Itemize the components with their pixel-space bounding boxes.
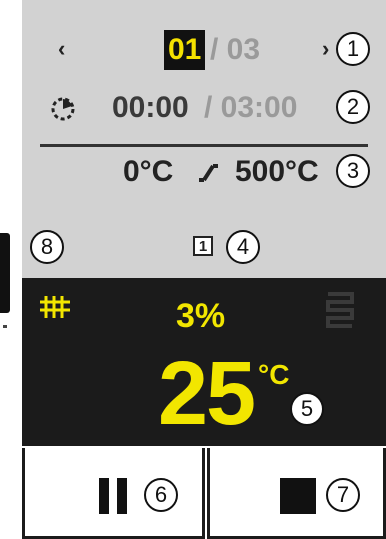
side-tick-mark bbox=[3, 325, 7, 328]
power-percent: 3% bbox=[176, 297, 226, 335]
segment-number: 1 bbox=[193, 236, 213, 256]
ramp-end-temperature: 500°C bbox=[235, 155, 319, 188]
chevron-right-icon[interactable]: › bbox=[322, 36, 329, 62]
stop-icon bbox=[280, 478, 316, 514]
heating-grid-icon bbox=[40, 296, 70, 318]
temperature-unit: °C bbox=[258, 359, 290, 390]
total-programs: / 03 bbox=[210, 33, 261, 66]
callout-3: 3 bbox=[336, 154, 370, 188]
callout-4: 4 bbox=[226, 230, 260, 264]
callout-5: 5 bbox=[290, 392, 324, 426]
callout-7: 7 bbox=[326, 478, 360, 512]
current-temperature: 25 bbox=[158, 344, 256, 444]
callout-6: 6 bbox=[144, 478, 178, 512]
chevron-left-icon[interactable]: ‹ bbox=[58, 36, 65, 62]
cooling-coil-icon bbox=[326, 292, 354, 328]
divider-line bbox=[40, 144, 368, 147]
ramp-icon bbox=[199, 164, 218, 182]
ramp-start-temperature: 0°C bbox=[123, 155, 174, 188]
timer-icon bbox=[51, 97, 75, 121]
total-time: / 03:00 bbox=[204, 91, 298, 124]
current-program-number: 01 bbox=[164, 30, 206, 70]
callout-8: 8 bbox=[30, 230, 64, 264]
elapsed-time: 00:00 bbox=[112, 91, 189, 124]
callout-1: 1 bbox=[336, 32, 370, 66]
side-menu-handle[interactable] bbox=[0, 233, 10, 313]
callout-2: 2 bbox=[336, 90, 370, 124]
